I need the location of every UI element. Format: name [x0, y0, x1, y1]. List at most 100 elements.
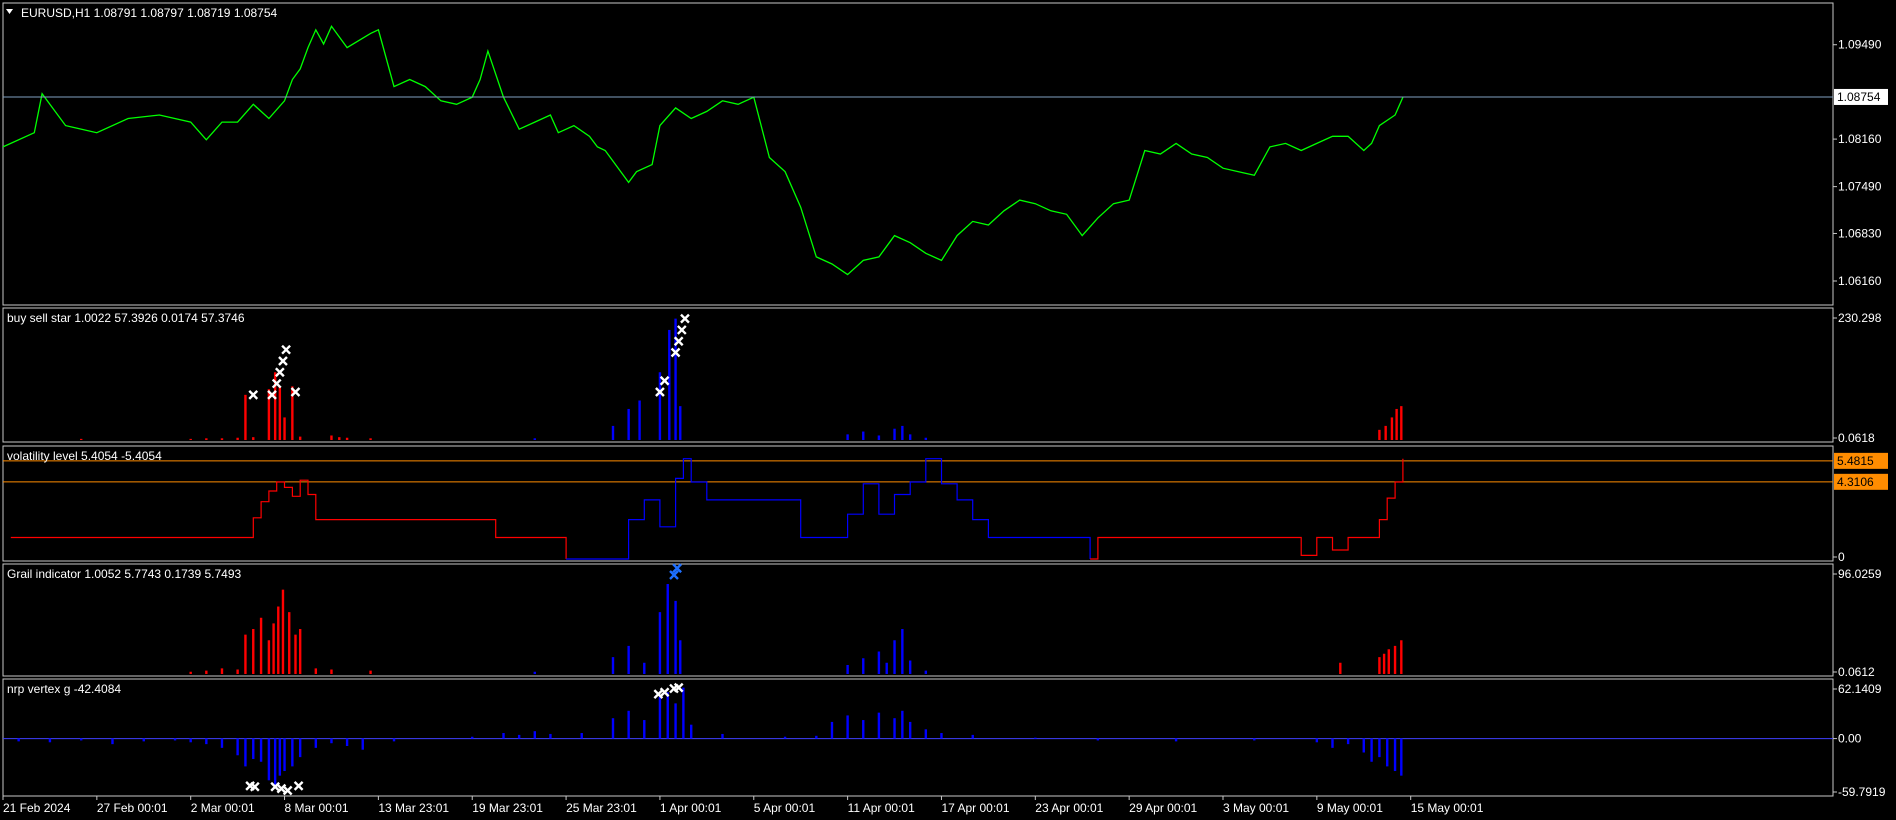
y-tick-label: 0.0612	[1838, 665, 1875, 679]
histogram-bar	[1346, 738, 1350, 745]
histogram-bar	[1331, 738, 1334, 748]
histogram-bar	[611, 718, 615, 739]
x-tick-label: 13 Mar 23:01	[378, 801, 449, 815]
histogram-bar	[611, 425, 615, 440]
trading-chart[interactable]: 1.08754 1.09490 1.08160 1.07490 1.06830 1.061…	[0, 0, 1896, 820]
histogram-bar	[244, 394, 247, 440]
histogram-bar	[220, 668, 224, 674]
histogram-bar	[924, 670, 928, 674]
histogram-bar	[893, 428, 896, 440]
x-tick-label: 8 Mar 00:01	[285, 801, 349, 815]
histogram-bar	[908, 434, 912, 440]
x-tick-label: 11 Apr 00:01	[848, 801, 915, 815]
histogram-bar	[236, 669, 239, 674]
volatility-panel-frame	[2, 445, 1834, 562]
x-tick-label: 5 Apr 00:01	[754, 801, 816, 815]
histogram-bar	[830, 721, 834, 739]
histogram-bar	[272, 623, 275, 674]
x-tick-label: 2 Mar 00:01	[191, 801, 255, 815]
buy-sell-star-panel[interactable]: 230.298 0.0618 buy sell star 1.0022 57.392…	[2, 307, 1882, 445]
histogram-bar	[502, 733, 505, 739]
signal-marker-icon	[680, 313, 690, 324]
histogram-bar	[1253, 738, 1256, 741]
symbol-dropdown-icon[interactable]	[6, 9, 13, 14]
histogram-bar	[1384, 425, 1387, 440]
histogram-bar	[220, 738, 224, 748]
histogram-bar	[278, 386, 282, 440]
histogram-bar	[252, 437, 255, 440]
signal-marker-icon	[278, 356, 288, 366]
histogram-bar	[1315, 738, 1319, 743]
y-tick-label: 0.00	[1838, 732, 1862, 746]
signal-marker-icon	[659, 375, 670, 386]
histogram-bar	[278, 738, 282, 776]
histogram-bar	[971, 734, 974, 739]
histogram-bar	[189, 738, 192, 743]
histogram-bar	[259, 738, 263, 762]
histogram-bar	[611, 657, 615, 674]
histogram-bar	[674, 600, 677, 674]
y-tick-label: 96.0259	[1838, 567, 1882, 581]
x-axis: 21 Feb 2024 27 Feb 00:01 2 Mar 00:01 8 Mar …	[2, 796, 1484, 815]
nrp-vertex-panel[interactable]: 62.1409 0.00 -59.7919 nrp vertex g -42.4084	[2, 678, 1886, 799]
histogram-bar	[901, 629, 904, 674]
histogram-bar	[1387, 649, 1390, 674]
histogram-bar	[205, 738, 208, 745]
histogram-bar	[298, 436, 302, 440]
histogram-bar	[721, 733, 724, 739]
histogram-bar	[252, 738, 255, 759]
x-tick-label: 27 Feb 00:01	[97, 801, 168, 815]
histogram-bar	[940, 733, 943, 739]
x-tick-label: 1 Apr 00:01	[660, 801, 722, 815]
signal-marker-icon	[281, 344, 291, 355]
histogram-bar	[111, 738, 114, 745]
y-tick-label: 0.0618	[1838, 431, 1875, 445]
histogram-bar	[517, 734, 521, 739]
histogram-bar	[627, 408, 630, 440]
histogram-bar	[1378, 429, 1381, 440]
signal-marker-icon	[248, 389, 259, 400]
histogram-bar	[627, 710, 630, 739]
level-label: 4.3106	[1837, 475, 1874, 489]
histogram-bar	[1370, 738, 1373, 762]
histogram-bar	[267, 640, 271, 674]
histogram-bar	[549, 733, 552, 739]
volatility-panel[interactable]: 5.4815 4.3106 0 volatility level 5.4054 -5.…	[2, 445, 1888, 564]
histogram-bar	[205, 670, 208, 674]
signal-marker-icon	[274, 367, 285, 378]
histogram-bar	[658, 372, 662, 440]
histogram-bar	[1339, 662, 1342, 674]
histogram-bar	[1378, 657, 1381, 674]
histogram-bar	[666, 584, 669, 674]
histogram-bar	[690, 724, 693, 739]
histogram-bar	[666, 692, 669, 739]
x-tick-label: 23 Apr 00:01	[1035, 801, 1103, 815]
signal-marker-icon	[676, 325, 687, 335]
histogram-bar	[893, 718, 896, 739]
histogram-bar	[862, 658, 865, 674]
signal-marker-icon	[293, 781, 304, 791]
histogram-bar	[298, 738, 302, 758]
histogram-bar	[1382, 653, 1386, 674]
histogram-bar	[259, 617, 263, 674]
histogram-bar	[877, 651, 881, 674]
histogram-bar	[908, 660, 912, 674]
price-panel[interactable]: 1.08754 1.09490 1.08160 1.07490 1.06830 1.061…	[2, 2, 1888, 306]
histogram-bar	[924, 437, 928, 440]
histogram-bar	[205, 438, 208, 440]
histogram-bar	[1034, 737, 1037, 739]
histogram-bar	[330, 435, 333, 440]
histogram-bar	[1378, 738, 1381, 758]
grail-indicator-panel[interactable]: 96.0259 0.0612 Grail indicator 1.0052 5.77…	[2, 563, 1882, 679]
histogram-bar	[877, 712, 881, 739]
y-tick-label: 0	[1838, 550, 1845, 564]
histogram-bar	[533, 731, 536, 739]
signal-marker-icon	[271, 378, 282, 389]
y-tick-label: 1.06160	[1838, 274, 1882, 288]
y-tick-label: 1.06830	[1838, 226, 1882, 240]
histogram-bar	[236, 437, 239, 440]
histogram-bar	[679, 640, 682, 674]
histogram-bar	[533, 671, 536, 674]
histogram-bar	[80, 438, 83, 440]
histogram-bar	[901, 710, 904, 739]
